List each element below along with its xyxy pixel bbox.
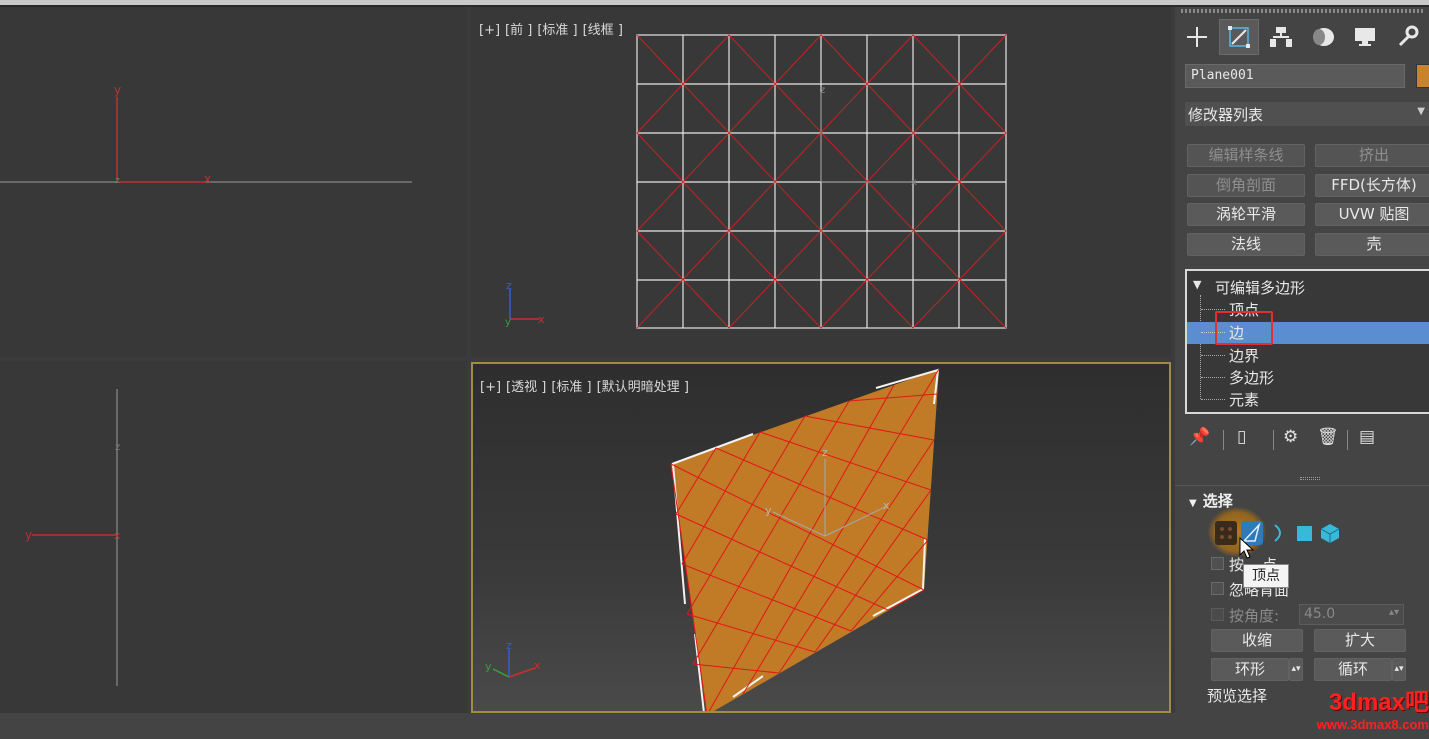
modify-icon — [1228, 26, 1250, 48]
panel-grip[interactable] — [1181, 9, 1425, 13]
bevel-profile-button[interactable]: 倒角剖面 — [1187, 174, 1305, 197]
axis-tripod: z x y — [505, 279, 545, 328]
preview-selection-label: 预览选择 — [1207, 687, 1268, 705]
modify-tab[interactable] — [1219, 19, 1259, 55]
z-axis-label: z — [115, 442, 120, 453]
spinner-arrows-icon[interactable]: ▴▾ — [1389, 607, 1399, 618]
svg-text:z: z — [506, 639, 512, 652]
motion-tab[interactable] — [1303, 19, 1343, 55]
shell-button[interactable]: 壳 — [1315, 233, 1429, 256]
y-axis-label: y — [25, 528, 32, 542]
turbosmooth-button[interactable]: 涡轮平滑 — [1187, 203, 1305, 226]
make-unique-icon[interactable]: ⚙ — [1283, 427, 1298, 447]
viewport-top-left-canvas: y x z — [0, 83, 412, 186]
loop-button[interactable]: 循环 — [1314, 658, 1392, 681]
modifier-list-label: 修改器列表 — [1188, 106, 1264, 124]
mouse-cursor-icon — [1239, 537, 1255, 559]
extrude-button[interactable]: 挤出 — [1315, 144, 1429, 167]
command-panel: Plane001 修改器列表 ▼ 编辑样条线 挤出 倒角剖面 FFD(长方体) … — [1175, 7, 1429, 713]
motion-icon — [1313, 28, 1334, 46]
viewport-bottom-left-canvas: z y x — [25, 389, 121, 686]
display-icon — [1355, 28, 1375, 46]
hierarchy-tab[interactable] — [1261, 19, 1301, 55]
loop-spinner[interactable]: ▴▾ — [1392, 658, 1406, 681]
watermark: 3dmax吧 www.3dmax8.com — [1305, 682, 1429, 732]
stack-toolbar: 📌 ▯ ⚙ 🗑 ▤ — [1187, 427, 1417, 453]
svg-text:y: y — [505, 317, 511, 328]
gizmo-x-label: x — [883, 499, 890, 512]
y-axis-label: y — [114, 83, 121, 97]
uvw-map-button[interactable]: UVW 贴图 — [1315, 203, 1429, 226]
stack-item-polygon[interactable]: 多边形 — [1187, 367, 1429, 389]
svg-text:x: x — [534, 659, 541, 672]
plane-object — [671, 369, 939, 711]
polygon-mode-icon[interactable] — [1293, 521, 1315, 545]
object-name-field[interactable]: Plane001 — [1185, 64, 1405, 88]
shrink-button[interactable]: 收缩 — [1211, 629, 1303, 652]
annotation-highlight-box — [1215, 311, 1273, 345]
viewport-front[interactable]: [+] [前 ] [标准 ] [线框 ] z x z x y — [471, 7, 1171, 357]
svg-text:y: y — [485, 660, 492, 673]
utilities-tab[interactable] — [1387, 19, 1427, 55]
axis-tripod: z x y — [485, 639, 541, 678]
stack-item-element[interactable]: 元素 — [1187, 389, 1429, 411]
gizmo-x-label: x — [911, 177, 917, 188]
pin-stack-icon[interactable]: 📌 — [1189, 427, 1210, 447]
viewport-bottom-left[interactable]: z y x — [0, 361, 467, 713]
perspective-canvas: z x y z x y — [485, 368, 940, 711]
configure-sets-icon[interactable]: ▤ — [1359, 427, 1375, 447]
gizmo-z-label: z — [822, 446, 828, 459]
stack-item-editable-poly[interactable]: ▼ 可编辑多边形 ◁ — [1187, 277, 1429, 299]
ffd-box-button[interactable]: FFD(长方体) — [1315, 174, 1429, 197]
display-tab[interactable] — [1345, 19, 1385, 55]
collapse-triangle-icon[interactable]: ▼ — [1193, 278, 1201, 291]
normal-button[interactable]: 法线 — [1187, 233, 1305, 256]
ignore-backfacing-checkbox[interactable] — [1211, 582, 1224, 595]
z-axis-label: z — [115, 176, 120, 186]
x-axis-label: x — [204, 172, 211, 186]
watermark-brand: 3dmax吧 — [1328, 689, 1429, 716]
chevron-down-icon: ▼ — [1417, 106, 1425, 117]
border-mode-icon[interactable] — [1267, 521, 1289, 545]
rollout-divider — [1300, 477, 1320, 480]
rollout-separator — [1175, 485, 1429, 486]
create-tab[interactable] — [1177, 19, 1217, 55]
object-color-swatch[interactable] — [1416, 64, 1429, 88]
svg-text:x: x — [538, 313, 545, 326]
watermark-url: www.3dmax8.com — [1316, 717, 1429, 732]
by-angle-checkbox[interactable] — [1211, 608, 1224, 621]
trash-icon[interactable]: 🗑 — [1317, 427, 1339, 447]
gizmo-y-label: y — [765, 504, 772, 517]
viewport-perspective[interactable]: [+] [透视 ] [标准 ] [默认明暗处理 ] z x y z x y — [471, 362, 1171, 713]
bottom-status-bar — [0, 713, 1429, 739]
app-window: y x z [+] [前 ] [标准 ] [线框 ] z x z x y z y… — [0, 0, 1429, 739]
vertex-mode-icon[interactable] — [1215, 521, 1237, 545]
svg-text:z: z — [506, 279, 512, 292]
front-wireframe-canvas: z x z x y — [505, 34, 1007, 329]
subobject-icons — [1205, 517, 1405, 551]
modifier-list-dropdown[interactable]: 修改器列表 ▼ — [1185, 102, 1429, 126]
viewport-top-left[interactable]: y x z — [0, 7, 467, 357]
show-end-result-icon[interactable]: ▯ — [1237, 427, 1246, 447]
edit-spline-button[interactable]: 编辑样条线 — [1187, 144, 1305, 167]
collapse-triangle-icon: ▼ — [1189, 498, 1197, 509]
by-vertex-checkbox[interactable] — [1211, 557, 1224, 570]
by-angle-label: 按角度: — [1229, 607, 1280, 625]
ring-button[interactable]: 环形 — [1211, 658, 1289, 681]
by-angle-spinner[interactable]: 45.0 ▴▾ — [1299, 604, 1404, 625]
vertex-tooltip: 顶点 — [1243, 564, 1289, 588]
stack-item-border[interactable]: 边界 — [1187, 345, 1429, 367]
gizmo-z-label: z — [820, 85, 825, 96]
ring-spinner[interactable]: ▴▾ — [1289, 658, 1303, 681]
hierarchy-icon — [1270, 27, 1292, 47]
element-mode-icon[interactable] — [1319, 521, 1341, 545]
grow-button[interactable]: 扩大 — [1314, 629, 1406, 652]
wrench-icon — [1398, 25, 1419, 47]
panel-tab-bar — [1175, 19, 1429, 59]
plus-icon — [1187, 27, 1207, 47]
x-axis-label: x — [114, 529, 121, 542]
